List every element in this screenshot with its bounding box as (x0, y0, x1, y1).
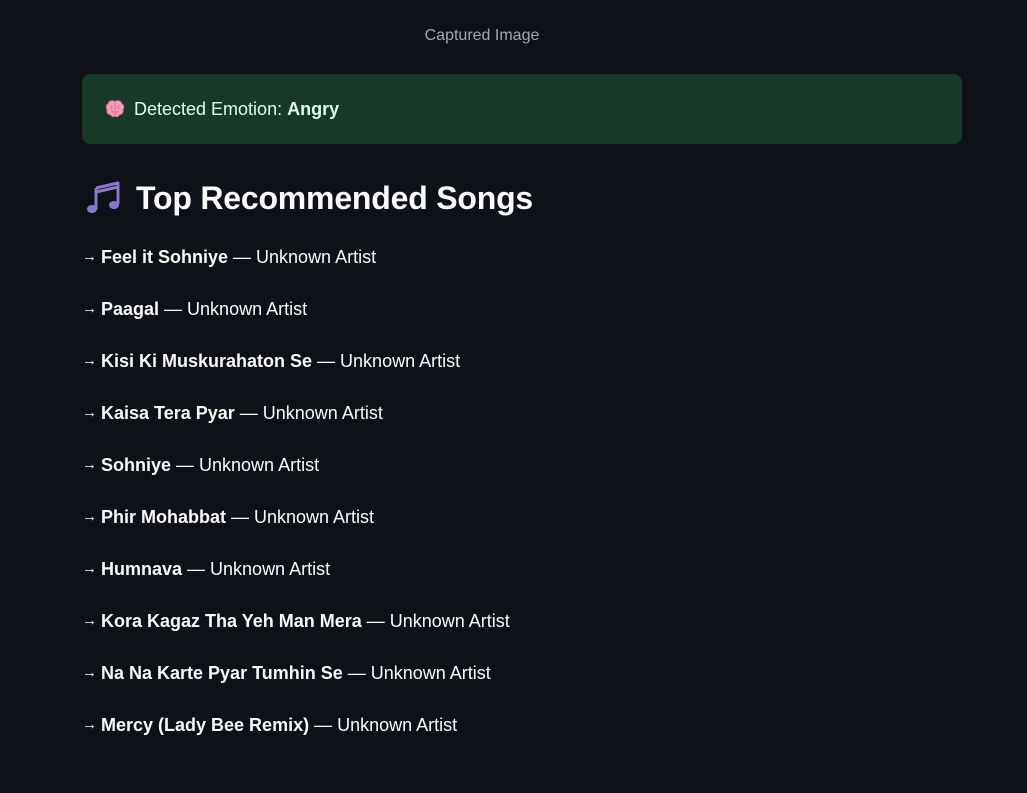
arrow-icon: → (82, 612, 97, 629)
image-caption: Captured Image (424, 27, 540, 44)
song-list: → Feel it Sohniye — Unknown Artist → Paagal —… (82, 240, 510, 760)
arrow-icon: → (82, 352, 97, 369)
song-item: → Humnava — Unknown Artist (82, 552, 510, 604)
song-item: → Kora Kagaz Tha Yeh Man Mera — Unknown Art… (82, 604, 510, 656)
arrow-icon: → (82, 716, 97, 733)
song-artist: Unknown Artist (187, 299, 308, 319)
separator: — (314, 715, 333, 735)
song-item: → Kaisa Tera Pyar — Unknown Artist (82, 396, 510, 448)
emotion-value: Angry (287, 98, 340, 119)
arrow-icon: → (82, 300, 97, 317)
separator: — (366, 611, 385, 631)
song-item: → Na Na Karte Pyar Tumhin Se — Unknown Arti… (82, 656, 510, 708)
song-title: Mercy (Lady Bee Remix) (101, 715, 310, 735)
emotion-label: Detected Emotion: (134, 98, 283, 119)
separator: — (164, 299, 183, 319)
song-title: Phir Mohabbat (101, 507, 226, 527)
emotion-alert: Detected Emotion: Angry (82, 74, 962, 144)
arrow-icon: → (82, 560, 97, 577)
separator: — (231, 507, 249, 527)
arrow-icon: → (82, 404, 97, 421)
song-title: Sohniye (101, 455, 172, 475)
separator: — (239, 403, 258, 423)
separator: — (187, 559, 206, 579)
song-title: Kisi Ki Muskurahaton Se (101, 351, 313, 371)
song-artist: Unknown Artist (256, 247, 377, 267)
arrow-icon: → (82, 248, 97, 265)
song-title: Feel it Sohniye (101, 247, 229, 267)
song-title: Humnava (101, 559, 183, 579)
brain-icon (105, 100, 125, 118)
recommendations-heading: Top Recommended Songs (84, 178, 533, 218)
song-artist: Unknown Artist (262, 403, 383, 423)
song-title: Kaisa Tera Pyar (101, 403, 235, 423)
song-artist: Unknown Artist (254, 507, 375, 527)
song-item: → Kisi Ki Muskurahaton Se — Unknown Artist (82, 344, 510, 396)
separator: — (317, 351, 336, 371)
song-item: → Feel it Sohniye — Unknown Artist (82, 240, 510, 292)
song-item: → Sohniye — Unknown Artist (82, 448, 510, 500)
music-notes-icon (87, 181, 120, 213)
separator: — (233, 247, 252, 267)
song-artist: Unknown Artist (389, 611, 510, 631)
song-artist: Unknown Artist (199, 455, 320, 475)
song-item: → Phir Mohabbat — Unknown Artist (82, 500, 510, 552)
arrow-icon: → (82, 456, 97, 473)
song-artist: Unknown Artist (370, 663, 491, 683)
separator: — (347, 663, 366, 683)
separator: — (176, 455, 195, 475)
recommendations-title: Top Recommended Songs (136, 179, 534, 216)
arrow-icon: → (82, 664, 97, 681)
song-title: Kora Kagaz Tha Yeh Man Mera (101, 611, 362, 631)
song-artist: Unknown Artist (210, 559, 331, 579)
song-item: → Paagal — Unknown Artist (82, 292, 510, 344)
song-title: Na Na Karte Pyar Tumhin Se (101, 663, 343, 683)
song-title: Paagal (101, 299, 160, 319)
song-artist: Unknown Artist (337, 715, 458, 735)
arrow-icon: → (82, 508, 97, 525)
song-artist: Unknown Artist (340, 351, 461, 371)
song-item: → Mercy (Lady Bee Remix) — Unknown Artist (82, 708, 510, 760)
